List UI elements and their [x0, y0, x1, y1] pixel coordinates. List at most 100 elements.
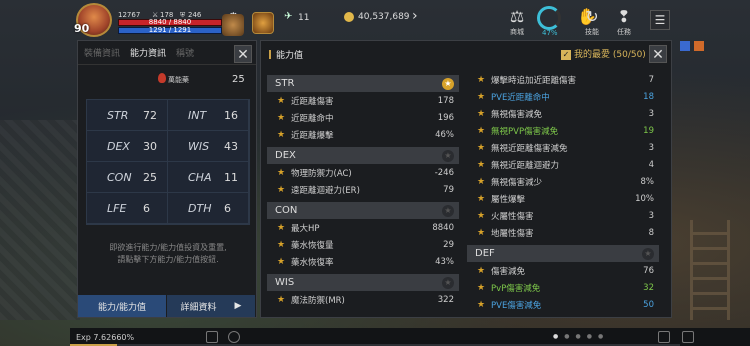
- bottom-icon-1[interactable]: [206, 331, 218, 343]
- bottom-icon-4[interactable]: [682, 331, 694, 343]
- star-icon[interactable]: ★: [277, 295, 291, 305]
- star-icon[interactable]: ★: [477, 143, 491, 153]
- star-icon[interactable]: ★: [477, 228, 491, 238]
- stat-row-name: 遠距離迴避力(ER): [291, 185, 360, 196]
- stat-row-value: 79: [443, 184, 454, 195]
- stat-row-name: 無視傷害減少: [491, 177, 543, 188]
- base-stat-grid: STR 72 INT 16 DEX 30 WIS 43 CON 25 CHA 11 LFE 6 DTH 6: [86, 99, 250, 225]
- section-star-icon[interactable]: ★: [442, 149, 454, 162]
- star-icon[interactable]: ★: [477, 177, 491, 187]
- expand-arrow-icon[interactable]: ›: [412, 8, 418, 24]
- section-header-str[interactable]: STR ★: [267, 75, 459, 92]
- menu-icon[interactable]: ☰: [650, 10, 670, 30]
- star-icon[interactable]: ★: [277, 130, 291, 140]
- section-star-icon[interactable]: ★: [442, 276, 454, 289]
- star-icon[interactable]: ★: [277, 240, 291, 250]
- left-close-button[interactable]: ✕: [234, 45, 252, 63]
- star-icon[interactable]: ★: [477, 266, 491, 276]
- stat-row[interactable]: ★ 屬性爆擊 10%: [467, 190, 659, 207]
- status-icon-2: [694, 41, 704, 51]
- stat-row[interactable]: ★ 近距離傷害 178: [267, 92, 459, 109]
- favorites-toggle[interactable]: ✓ 我的最愛 (50/50): [561, 47, 646, 60]
- stat-row[interactable]: ★ 無視傷害減少 8%: [467, 173, 659, 190]
- section-star-icon[interactable]: ★: [442, 204, 454, 217]
- tab-ability-info[interactable]: 能力資訊: [130, 46, 166, 59]
- section-name: DEX: [275, 150, 296, 161]
- stat-row[interactable]: ★ 無視傷害減免 3: [467, 105, 659, 122]
- star-icon[interactable]: ★: [277, 96, 291, 106]
- buff-icon-2[interactable]: [252, 12, 274, 34]
- star-icon[interactable]: ★: [477, 300, 491, 310]
- stat-row[interactable]: ★ 無視近距離傷害減免 3: [467, 139, 659, 156]
- bottom-icon-3[interactable]: [658, 331, 670, 343]
- section-star-icon[interactable]: ★: [442, 77, 454, 90]
- progress-ring[interactable]: [537, 6, 561, 30]
- stat-row-value: 7: [648, 74, 654, 85]
- stat-row[interactable]: ★ 物理防禦力(AC) -246: [267, 164, 459, 181]
- stat-row[interactable]: ★ 近距離命中 196: [267, 109, 459, 126]
- stat-row-value: 196: [437, 112, 454, 123]
- stat-row[interactable]: ★ 近距離爆擊 46%: [267, 126, 459, 143]
- stat-row-name: 近距離傷害: [291, 96, 334, 107]
- stat-row[interactable]: ★ 藥水恢復率 43%: [267, 253, 459, 270]
- stat-row[interactable]: ★ 地屬性傷害 8: [467, 224, 659, 241]
- stat-row-name: 近距離命中: [291, 113, 334, 124]
- gem-icon: ✈: [284, 11, 293, 22]
- stat-row[interactable]: ★ 藥水恢復量 29: [267, 236, 459, 253]
- stat-row[interactable]: ★ PVE傷害減免 50: [467, 296, 659, 313]
- stat-row[interactable]: ★ PVE近距離命中 18: [467, 88, 659, 105]
- right-close-button[interactable]: ✕: [649, 45, 667, 63]
- quest-button[interactable]: ❢ 任務: [610, 6, 638, 36]
- star-icon[interactable]: ★: [277, 185, 291, 195]
- reset-note: 即欲進行能力/能力值投資及重置, 請點擊下方能力/能力值按鈕.: [86, 242, 250, 266]
- bottom-icon-2[interactable]: [228, 331, 240, 343]
- skill-button[interactable]: ↻ 技能: [578, 6, 606, 36]
- stat-row-name: 無視近距離傷害減免: [491, 143, 568, 154]
- star-icon[interactable]: ★: [277, 168, 291, 178]
- star-icon[interactable]: ★: [477, 109, 491, 119]
- stat-value: 43: [224, 139, 238, 153]
- background-ladder: [690, 220, 730, 320]
- star-icon[interactable]: ★: [477, 211, 491, 221]
- star-icon[interactable]: ★: [477, 92, 491, 102]
- section-header-def[interactable]: DEF ★: [467, 245, 659, 262]
- tab-title[interactable]: 稱號: [176, 46, 194, 59]
- stat-row[interactable]: ★ 無視近距離迴避力 4: [467, 156, 659, 173]
- ability-stat-button[interactable]: 能力/能力值: [78, 295, 167, 317]
- reset-note-line1: 即欲進行能力/能力值投資及重置,: [109, 243, 227, 252]
- star-icon[interactable]: ★: [277, 113, 291, 123]
- stat-value: 6: [224, 201, 231, 215]
- buff-icon-1[interactable]: [222, 14, 244, 36]
- star-icon[interactable]: ★: [477, 194, 491, 204]
- elixir-count: 25: [232, 74, 245, 85]
- stat-row[interactable]: ★ 傷害減免 76: [467, 262, 659, 279]
- section-header-dex[interactable]: DEX ★: [267, 147, 459, 164]
- stat-row-value: 8: [648, 227, 654, 238]
- stat-row[interactable]: ★ 無視PVP傷害減免 19: [467, 122, 659, 139]
- section-name: WIS: [275, 277, 295, 288]
- stat-row[interactable]: ★ 遠距離迴避力(ER) 79: [267, 181, 459, 198]
- stat-row[interactable]: ★ 火屬性傷害 3: [467, 207, 659, 224]
- detail-info-button[interactable]: 詳細資料 ▶: [167, 295, 256, 317]
- star-icon[interactable]: ★: [277, 223, 291, 233]
- left-tabs: 裝備資訊 能力資訊 稱號: [78, 41, 256, 65]
- stat-row-value: 18: [643, 91, 654, 102]
- shop-button[interactable]: ⚖ 商城: [503, 6, 531, 36]
- section-header-wis[interactable]: WIS ★: [267, 274, 459, 291]
- star-icon[interactable]: ★: [477, 160, 491, 170]
- shop-label: 商城: [510, 28, 524, 36]
- stat-row[interactable]: ★ PvP傷害減免 32: [467, 279, 659, 296]
- stat-cell-int: INT 16: [168, 100, 249, 131]
- section-header-con[interactable]: CON ★: [267, 202, 459, 219]
- stat-row[interactable]: ★ 最大HP 8840: [267, 219, 459, 236]
- star-icon[interactable]: ★: [477, 126, 491, 136]
- star-icon[interactable]: ★: [477, 283, 491, 293]
- star-icon[interactable]: ★: [277, 257, 291, 267]
- stat-row[interactable]: ★ 爆擊時追加近距離傷害 7: [467, 71, 659, 88]
- tab-equipment-info[interactable]: 裝備資訊: [84, 46, 120, 59]
- section-star-icon[interactable]: ★: [642, 247, 654, 260]
- stat-row[interactable]: ★ 魔法防禦(MR) 322: [267, 291, 459, 308]
- stat-row-name: 爆擊時追加近距離傷害: [491, 75, 577, 86]
- stat-column-right: ★ 爆擊時追加近距離傷害 7 ★ PVE近距離命中 18 ★ 無視傷害減免 3 ★ 無視PVP傷害減…: [467, 71, 659, 313]
- star-icon[interactable]: ★: [477, 75, 491, 85]
